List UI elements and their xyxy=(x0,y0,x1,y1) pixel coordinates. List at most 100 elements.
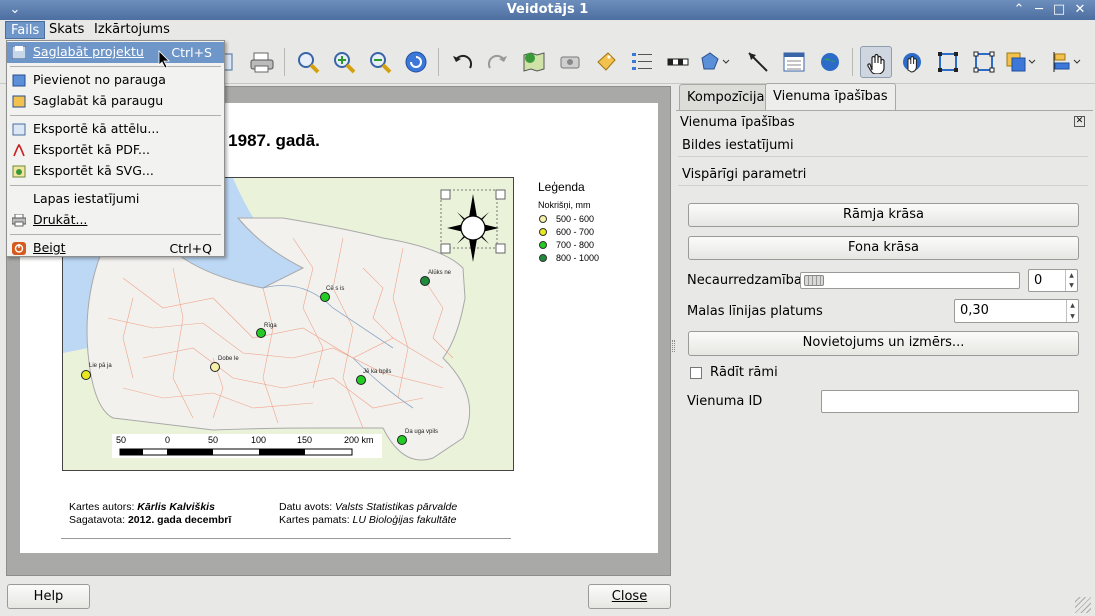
shade-icon[interactable]: ⌃ xyxy=(1010,2,1028,18)
menu-item-add-from-template[interactable]: Pievienot no parauga xyxy=(7,70,224,91)
prepared-line[interactable]: Sagatavota: 2012. gada decembrī xyxy=(69,514,231,526)
menu-item-label: Eksportēt kā SVG... xyxy=(33,163,154,178)
city-label: Lie pā ja xyxy=(89,363,112,369)
menu-item-save-project[interactable]: Saglabāt projektu Ctrl+S xyxy=(7,42,224,63)
legend-swatch xyxy=(539,240,547,249)
zoom-in-icon[interactable] xyxy=(328,46,360,78)
menu-item-export-svg[interactable]: Eksportēt kā SVG... xyxy=(7,161,224,182)
menu-item-page-setup[interactable]: Lapas iestatījumi xyxy=(7,189,224,210)
section-general-params[interactable]: Vispārīgi parametri xyxy=(678,164,1088,186)
source-line[interactable]: Datu avots: Valsts Statistikas pārvalde xyxy=(279,501,457,513)
show-frame-checkbox[interactable] xyxy=(690,367,702,379)
print-icon[interactable] xyxy=(246,46,278,78)
close-icon[interactable]: ✕ xyxy=(1071,2,1089,18)
legend-label: 800 - 1000 xyxy=(556,252,600,263)
minimize-icon[interactable]: ─ xyxy=(1030,2,1048,18)
add-legend-icon[interactable] xyxy=(626,46,658,78)
legend-title: Leģenda xyxy=(538,180,585,194)
section-image-settings[interactable]: Bildes iestatījumi xyxy=(678,135,1088,157)
zoom-out-icon[interactable] xyxy=(364,46,396,78)
spin-arrows-icon[interactable]: ▲ ▼ xyxy=(1065,270,1077,291)
add-shape-icon[interactable] xyxy=(698,46,730,78)
maximize-icon[interactable]: □ xyxy=(1050,2,1068,18)
city-marker xyxy=(397,435,407,445)
menu-item-quit[interactable]: Beigt Ctrl+Q xyxy=(7,238,224,259)
city-label: Alūks ne xyxy=(428,270,452,276)
menu-separator xyxy=(10,66,221,67)
menu-bar: Fails Skats Izkārtojums xyxy=(0,20,1095,40)
close-button[interactable]: Close xyxy=(588,584,671,609)
item-id-input[interactable] xyxy=(821,390,1079,413)
export-image-icon xyxy=(12,123,26,136)
city-marker xyxy=(356,375,366,385)
author-line[interactable]: Kartes autors: Kārlis Kalviškis xyxy=(69,501,215,513)
tab-composition[interactable]: Kompozīcija xyxy=(679,84,773,110)
city-label: Cē s is xyxy=(326,286,345,292)
splitter-handle[interactable] xyxy=(672,340,675,352)
map-title[interactable]: s 1987. gadā. xyxy=(214,131,320,151)
menu-shortcut: Ctrl+S xyxy=(171,45,212,60)
position-size-button[interactable]: Novietojums un izmērs... xyxy=(688,331,1079,356)
ungroup-icon[interactable] xyxy=(968,46,1000,78)
menu-item-save-as-template[interactable]: Saglabāt kā paraugu xyxy=(7,91,224,112)
menu-file[interactable]: Fails xyxy=(5,21,46,39)
window-title: Veidotājs 1 xyxy=(506,2,589,17)
move-content-icon[interactable] xyxy=(896,46,928,78)
menu-item-print[interactable]: Drukāt... xyxy=(7,210,224,231)
menu-item-export-image[interactable]: Eksportē kā attēlu... xyxy=(7,119,224,140)
city-label: Dobe le xyxy=(218,356,239,362)
menu-shortcut: Ctrl+Q xyxy=(169,241,212,256)
add-label-icon[interactable] xyxy=(590,46,622,78)
add-map-icon[interactable] xyxy=(518,46,550,78)
add-image-icon[interactable] xyxy=(554,46,586,78)
spin-arrows-icon[interactable]: ▲ ▼ xyxy=(1066,300,1078,322)
template-save-icon xyxy=(12,95,26,108)
city-label: Da uga vpils xyxy=(405,429,439,435)
redo-icon[interactable] xyxy=(482,46,514,78)
background-color-button[interactable]: Fona krāsa xyxy=(688,236,1079,260)
resize-grip-icon[interactable] xyxy=(1075,597,1091,613)
add-html-icon[interactable] xyxy=(814,46,846,78)
menu-item-label: Eksportē kā attēlu... xyxy=(33,121,160,136)
menu-view[interactable]: Skats xyxy=(44,21,89,39)
refresh-icon[interactable] xyxy=(400,46,432,78)
frame-color-button[interactable]: Rāmja krāsa xyxy=(688,203,1079,227)
opacity-spinbox[interactable]: 0 ▲ ▼ xyxy=(1028,269,1078,292)
source-value: Valsts Statistikas pārvalde xyxy=(335,501,458,513)
base-label: Kartes pamats: xyxy=(279,514,350,526)
zoom-full-icon[interactable] xyxy=(292,46,324,78)
author-name: Kārlis Kalviškis xyxy=(137,501,215,513)
raise-lower-icon[interactable] xyxy=(1004,46,1036,78)
add-table-icon[interactable] xyxy=(778,46,810,78)
pdf-icon xyxy=(13,144,25,157)
help-button[interactable]: Help xyxy=(7,584,90,609)
north-arrow[interactable] xyxy=(440,189,506,262)
map-legend[interactable]: Leģenda Nokrišņi, mm 500 - 600 600 - 700… xyxy=(538,180,599,264)
outline-width-spinbox[interactable]: 0,30 ▲ ▼ xyxy=(954,299,1079,323)
menu-item-label: Lapas iestatījumi xyxy=(33,191,140,206)
menu-item-export-pdf[interactable]: Eksportēt kā PDF... xyxy=(7,140,224,161)
slider-handle[interactable] xyxy=(804,275,824,286)
menu-item-label: Saglabāt kā paraugu xyxy=(33,93,164,108)
scalebar[interactable]: 50 0 50 100 150 200 km xyxy=(112,434,382,458)
dock-close-icon[interactable]: ✕ xyxy=(1074,116,1085,127)
add-arrow-icon[interactable] xyxy=(742,46,774,78)
city-marker xyxy=(81,370,91,380)
item-id-label: Vienuma ID xyxy=(687,394,763,409)
mouse-cursor-icon xyxy=(158,50,170,69)
base-line[interactable]: Kartes pamats: LU Bioloģijas fakultāte xyxy=(279,514,456,526)
city-marker xyxy=(210,362,220,372)
menu-layout[interactable]: Izkārtojums xyxy=(89,21,175,39)
opacity-slider[interactable] xyxy=(800,272,1020,289)
legend-entry: 800 - 1000 xyxy=(538,251,599,264)
dock-title: Vienuma īpašības xyxy=(680,115,795,130)
add-scalebar-icon[interactable] xyxy=(662,46,694,78)
align-icon[interactable] xyxy=(1050,46,1082,78)
scale-bar-segments xyxy=(119,448,353,456)
undo-icon[interactable] xyxy=(446,46,478,78)
tab-item-properties[interactable]: Vienuma īpašības xyxy=(765,83,896,111)
menu-item-label: Drukāt... xyxy=(33,212,88,227)
select-move-icon[interactable] xyxy=(860,46,892,78)
legend-subtitle: Nokrišņi, mm xyxy=(538,200,591,210)
group-icon[interactable] xyxy=(932,46,964,78)
